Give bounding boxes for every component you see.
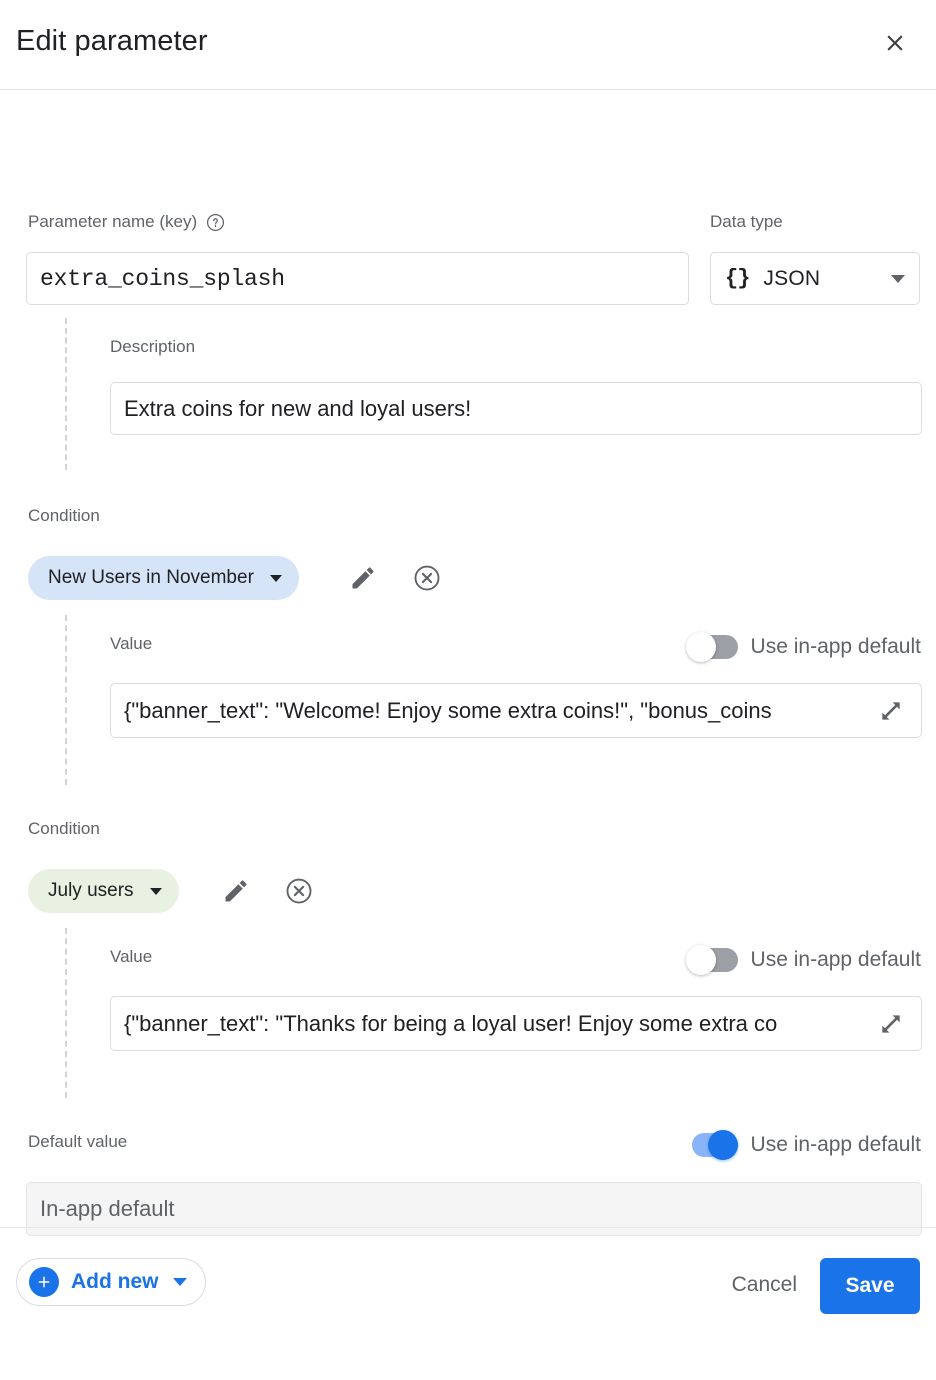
close-button[interactable] bbox=[876, 24, 914, 62]
value-input-text-2: {"banner_text": "Thanks for being a loya… bbox=[124, 1011, 874, 1037]
description-label: Description bbox=[110, 337, 195, 357]
default-use-in-app-default-toggle[interactable] bbox=[686, 1133, 738, 1157]
footer-divider bbox=[0, 1227, 936, 1228]
toggle-knob bbox=[686, 945, 716, 975]
help-circle-icon[interactable] bbox=[206, 213, 225, 232]
edit-parameter-dialog: Edit parameter Parameter name (key) extr… bbox=[0, 0, 936, 1380]
expand-value-button-2[interactable] bbox=[874, 1007, 908, 1041]
condition-chip-2[interactable]: July users bbox=[28, 869, 179, 913]
chevron-down-icon bbox=[173, 1278, 187, 1286]
edit-condition-button-2[interactable] bbox=[219, 874, 253, 908]
edit-condition-button-1[interactable] bbox=[346, 561, 380, 595]
condition-label-2: Condition bbox=[28, 819, 100, 839]
chevron-down-icon bbox=[150, 888, 162, 895]
dialog-header: Edit parameter bbox=[0, 0, 936, 90]
toggle-knob bbox=[708, 1130, 738, 1160]
page-title: Edit parameter bbox=[16, 25, 208, 58]
pencil-icon bbox=[349, 564, 377, 592]
pencil-icon bbox=[222, 877, 250, 905]
save-button[interactable]: Save bbox=[820, 1258, 920, 1314]
chevron-down-icon bbox=[270, 575, 282, 582]
add-new-button[interactable]: Add new bbox=[16, 1258, 206, 1306]
value-input-text-1: {"banner_text": "Welcome! Enjoy some ext… bbox=[124, 698, 874, 724]
use-in-app-default-toggle-1[interactable] bbox=[686, 635, 738, 659]
default-use-in-app-default-label: Use in-app default bbox=[751, 1133, 921, 1157]
json-braces-icon: {} bbox=[725, 266, 749, 291]
value-input-2[interactable]: {"banner_text": "Thanks for being a loya… bbox=[110, 996, 922, 1051]
use-in-app-default-toggle-2[interactable] bbox=[686, 948, 738, 972]
plus-circle-icon bbox=[29, 1267, 59, 1297]
remove-condition-button-2[interactable] bbox=[282, 874, 316, 908]
data-type-value: JSON bbox=[763, 267, 891, 291]
parameter-name-label: Parameter name (key) bbox=[28, 212, 197, 232]
use-in-app-default-label-1: Use in-app default bbox=[751, 635, 921, 659]
description-connector bbox=[65, 318, 67, 470]
close-icon bbox=[882, 30, 908, 56]
plus-icon bbox=[35, 1273, 53, 1291]
toggle-knob bbox=[686, 632, 716, 662]
condition-label-1: Condition bbox=[28, 506, 100, 526]
condition-chip-1[interactable]: New Users in November bbox=[28, 556, 299, 600]
use-in-app-default-label-2: Use in-app default bbox=[751, 948, 921, 972]
value-label-2: Value bbox=[110, 947, 152, 967]
condition-chip-label-2: July users bbox=[48, 880, 134, 902]
value-input-1[interactable]: {"banner_text": "Welcome! Enjoy some ext… bbox=[110, 683, 922, 738]
default-use-in-app-default-row: Use in-app default bbox=[686, 1133, 921, 1157]
condition-connector-1 bbox=[65, 615, 67, 785]
add-new-label: Add new bbox=[71, 1270, 159, 1294]
condition-connector-2 bbox=[65, 928, 67, 1098]
expand-diagonal-icon bbox=[878, 698, 904, 724]
remove-circle-icon bbox=[412, 563, 442, 593]
parameter-name-input[interactable]: extra_coins_splash bbox=[26, 252, 689, 305]
expand-diagonal-icon bbox=[878, 1011, 904, 1037]
default-value-label: Default value bbox=[28, 1132, 127, 1152]
remove-circle-icon bbox=[284, 876, 314, 906]
value-label-1: Value bbox=[110, 634, 152, 654]
expand-value-button-1[interactable] bbox=[874, 694, 908, 728]
condition-chip-label-1: New Users in November bbox=[48, 567, 254, 589]
chevron-down-icon bbox=[891, 275, 905, 283]
use-in-app-default-row-1: Use in-app default bbox=[686, 635, 921, 659]
parameter-name-label-group: Parameter name (key) bbox=[28, 212, 225, 232]
data-type-select[interactable]: {} JSON bbox=[710, 252, 920, 305]
data-type-label: Data type bbox=[710, 212, 783, 232]
description-input[interactable]: Extra coins for new and loyal users! bbox=[110, 382, 922, 435]
cancel-button[interactable]: Cancel bbox=[718, 1264, 811, 1306]
use-in-app-default-row-2: Use in-app default bbox=[686, 948, 921, 972]
remove-condition-button-1[interactable] bbox=[410, 561, 444, 595]
